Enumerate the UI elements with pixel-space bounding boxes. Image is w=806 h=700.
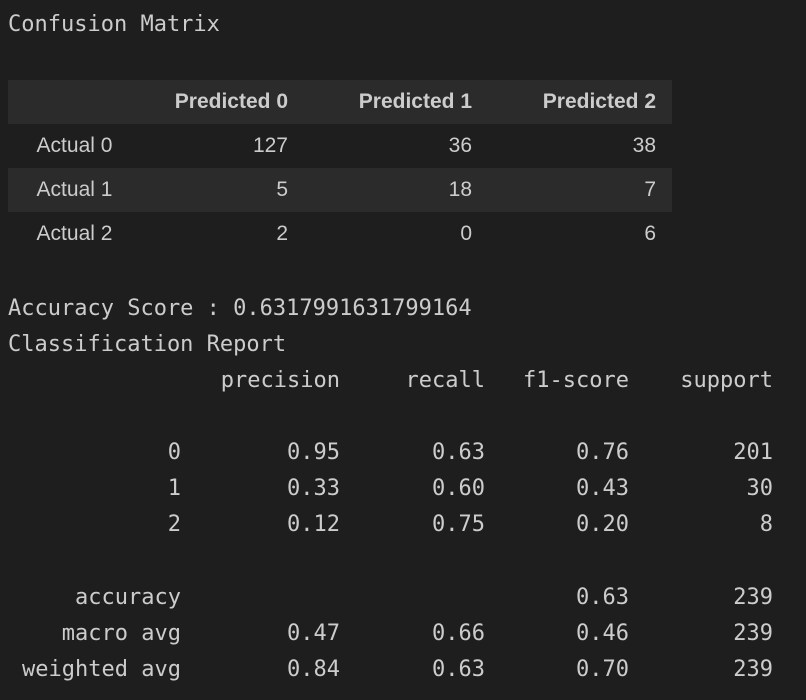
table-cell: 127	[252, 134, 288, 157]
row-label: macro avg	[61, 621, 181, 646]
report-summary-row: macro avg 0.47 0.66 0.46 239	[0, 621, 806, 647]
report-row: 0 0.95 0.63 0.76 201	[0, 440, 806, 466]
f1-value: 0.63	[576, 585, 629, 610]
table-cell: 18	[448, 178, 472, 201]
support-value: 239	[733, 657, 773, 682]
row-label: weighted avg	[22, 657, 181, 682]
recall-value: 0.63	[432, 657, 485, 682]
table-cell: 6	[644, 222, 656, 245]
column-header: Predicted 2	[542, 90, 656, 113]
column-header: Predicted 0	[174, 90, 288, 113]
row-label: 1	[167, 476, 181, 501]
support-value: 30	[746, 476, 774, 501]
table-row: Actual 1 5 18 7	[8, 168, 672, 212]
recall-value: 0.66	[432, 621, 485, 646]
accuracy-score-line: Accuracy Score : 0.6317991631799164	[8, 296, 472, 321]
recall-value: 0.60	[432, 476, 485, 501]
row-label: accuracy	[75, 585, 181, 610]
report-row: 1 0.33 0.60 0.43 30	[0, 476, 806, 502]
table-row: Actual 0 127 36 38	[8, 124, 672, 168]
table-cell: 7	[644, 178, 656, 201]
support-value: 239	[733, 621, 773, 646]
support-value: 239	[733, 585, 773, 610]
f1-value: 0.20	[576, 512, 629, 537]
support-value: 8	[759, 512, 773, 537]
row-label: Actual 2	[36, 222, 113, 245]
table-cell: 5	[276, 178, 288, 201]
recall-header: recall	[405, 368, 485, 393]
table-row: Actual 2 2 0 6	[8, 212, 672, 256]
row-label: Actual 1	[36, 178, 113, 201]
index-header	[8, 80, 141, 124]
table-cell: 38	[632, 134, 656, 157]
table-cell: 36	[448, 134, 472, 157]
precision-value: 0.33	[287, 476, 340, 501]
confusion-matrix-title: Confusion Matrix	[8, 12, 220, 37]
precision-value: 0.47	[287, 621, 340, 646]
report-header-row: precision recall f1-score support	[0, 368, 806, 394]
recall-value: 0.63	[432, 440, 485, 465]
precision-header: precision	[220, 368, 340, 393]
table-cell: 0	[460, 222, 472, 245]
column-header: Predicted 1	[358, 90, 472, 113]
support-header: support	[680, 368, 773, 393]
f1-score-header: f1-score	[523, 368, 629, 393]
table-cell: 2	[276, 222, 288, 245]
f1-value: 0.70	[576, 657, 629, 682]
report-row: 2 0.12 0.75 0.20 8	[0, 512, 806, 538]
precision-value: 0.84	[287, 657, 340, 682]
recall-value: 0.75	[432, 512, 485, 537]
support-value: 201	[733, 440, 773, 465]
classification-report-title: Classification Report	[8, 332, 287, 357]
row-label: 2	[167, 512, 181, 537]
precision-value: 0.12	[287, 512, 340, 537]
precision-value: 0.95	[287, 440, 340, 465]
f1-value: 0.43	[576, 476, 629, 501]
f1-value: 0.76	[576, 440, 629, 465]
table-header-row: Predicted 0 Predicted 1 Predicted 2	[8, 80, 672, 124]
confusion-matrix-table: Predicted 0 Predicted 1 Predicted 2 Actu…	[8, 80, 672, 256]
f1-value: 0.46	[576, 621, 629, 646]
row-label: 0	[167, 440, 181, 465]
report-summary-row: weighted avg 0.84 0.63 0.70 239	[0, 657, 806, 683]
row-label: Actual 0	[36, 134, 113, 157]
report-summary-row: accuracy 0.63 239	[0, 585, 806, 611]
